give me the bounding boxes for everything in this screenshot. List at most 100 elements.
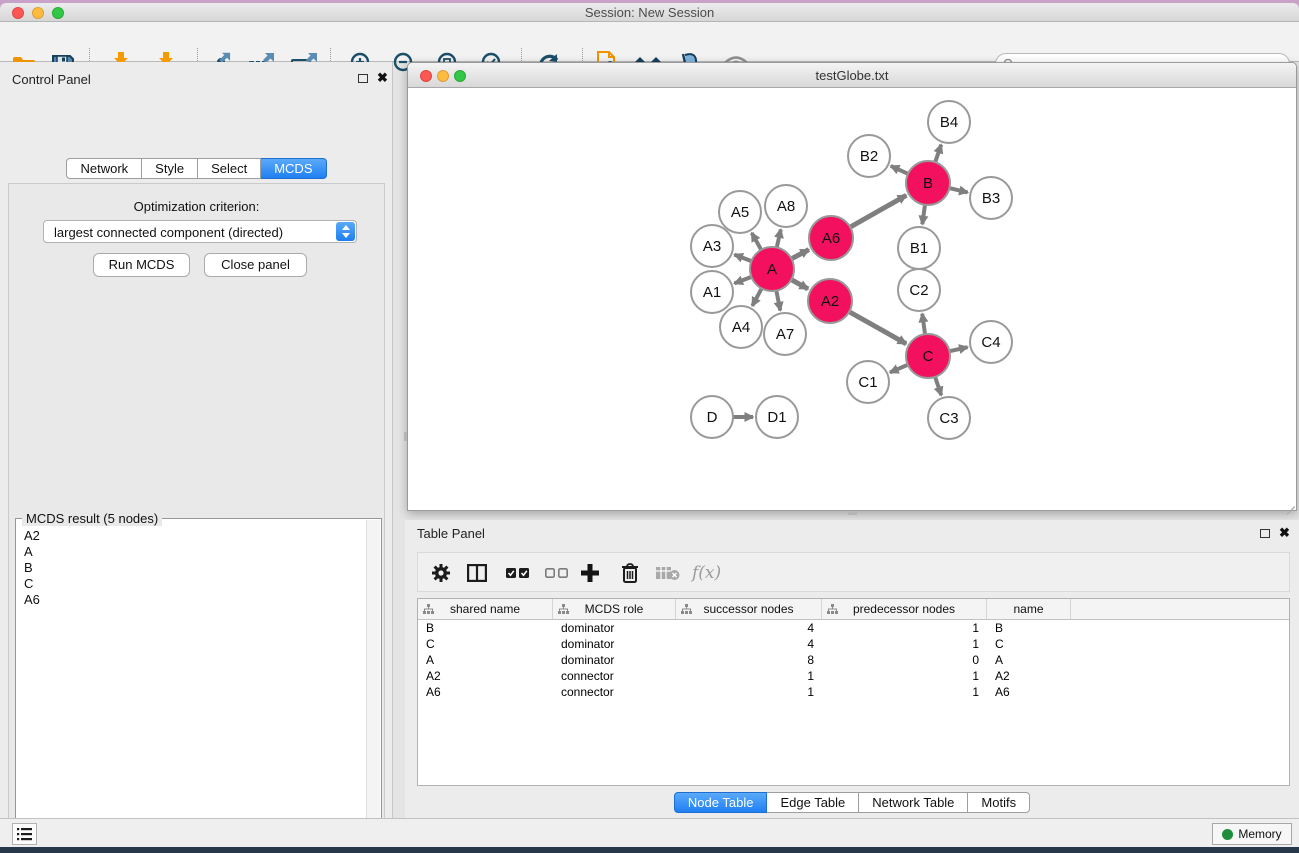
node-C3[interactable]: C3: [928, 397, 970, 439]
column-header-name[interactable]: name: [987, 599, 1071, 619]
mcds-result-item[interactable]: A: [24, 544, 365, 560]
svg-text:A1: A1: [703, 284, 721, 301]
cell-name[interactable]: A: [987, 652, 1071, 668]
column-type-icon: [827, 604, 838, 615]
node-A1[interactable]: A1: [691, 271, 733, 313]
network-window-title: testGlobe.txt: [408, 68, 1296, 83]
tab-mcds[interactable]: MCDS: [261, 158, 326, 179]
float-panel-icon[interactable]: [358, 74, 368, 83]
table-row[interactable]: A6connector11A6: [418, 684, 1289, 700]
cell-mcds_role[interactable]: connector: [553, 684, 676, 700]
frame-resize-handle-bottom[interactable]: [848, 512, 857, 515]
cell-mcds_role[interactable]: connector: [553, 668, 676, 684]
node-C[interactable]: C: [906, 334, 950, 378]
table-row[interactable]: Bdominator41B: [418, 620, 1289, 636]
node-D1[interactable]: D1: [756, 396, 798, 438]
cell-mcds_role[interactable]: dominator: [553, 620, 676, 636]
mcds-result-item[interactable]: A2: [24, 528, 365, 544]
node-C1[interactable]: C1: [847, 361, 889, 403]
node-B1[interactable]: B1: [898, 227, 940, 269]
close-panel-button[interactable]: Close panel: [204, 253, 307, 277]
select-all-icon[interactable]: [506, 559, 530, 587]
cell-predecessor_nodes[interactable]: 0: [822, 652, 987, 668]
node-B3[interactable]: B3: [970, 177, 1012, 219]
tab-node-table[interactable]: Node Table: [674, 792, 768, 813]
float-table-panel-icon[interactable]: [1260, 529, 1270, 538]
close-table-panel-icon[interactable]: ✖: [1279, 528, 1290, 538]
node-A7[interactable]: A7: [764, 313, 806, 355]
frame-resize-handle-left[interactable]: [404, 432, 407, 441]
delete-table-icon[interactable]: [656, 559, 680, 587]
table-row[interactable]: Cdominator41C: [418, 636, 1289, 652]
cell-successor_nodes[interactable]: 4: [676, 620, 822, 636]
cell-shared_name[interactable]: A6: [418, 684, 553, 700]
cell-name[interactable]: A6: [987, 684, 1071, 700]
table-row[interactable]: Adominator80A: [418, 652, 1289, 668]
table-row[interactable]: A2connector11A2: [418, 668, 1289, 684]
column-header-MCDS-role[interactable]: MCDS role: [553, 599, 676, 619]
node-C4[interactable]: C4: [970, 321, 1012, 363]
cell-successor_nodes[interactable]: 4: [676, 636, 822, 652]
gear-icon[interactable]: [430, 559, 452, 587]
node-A8[interactable]: A8: [765, 185, 807, 227]
column-type-icon: [558, 604, 569, 615]
node-A2[interactable]: A2: [808, 279, 852, 323]
tab-select[interactable]: Select: [198, 158, 261, 179]
resize-grip-icon[interactable]: [1283, 497, 1295, 509]
tab-network[interactable]: Network: [66, 158, 142, 179]
table-header-row[interactable]: shared nameMCDS rolesuccessor nodesprede…: [418, 599, 1289, 620]
node-A4[interactable]: A4: [720, 306, 762, 348]
cell-mcds_role[interactable]: dominator: [553, 652, 676, 668]
cell-mcds_role[interactable]: dominator: [553, 636, 676, 652]
network-graph-canvas[interactable]: B4 B2 B B3 A8 A5 A6 A3 B1 A A1 C2 A2 A4A7 C4 C C1 C3 D D1: [408, 88, 1296, 510]
task-history-button[interactable]: [12, 823, 37, 845]
tab-edge-table[interactable]: Edge Table: [767, 792, 859, 813]
node-D[interactable]: D: [691, 396, 733, 438]
column-header-successor-nodes[interactable]: successor nodes: [676, 599, 822, 619]
cell-predecessor_nodes[interactable]: 1: [822, 636, 987, 652]
deselect-all-icon[interactable]: [545, 559, 569, 587]
node-A5[interactable]: A5: [719, 191, 761, 233]
mcds-result-item[interactable]: A6: [24, 592, 365, 608]
cell-name[interactable]: C: [987, 636, 1071, 652]
mcds-result-item[interactable]: C: [24, 576, 365, 592]
delete-column-icon[interactable]: [621, 559, 639, 587]
memory-button[interactable]: Memory: [1212, 823, 1292, 845]
node-B4[interactable]: B4: [928, 101, 970, 143]
cell-successor_nodes[interactable]: 1: [676, 684, 822, 700]
node-table[interactable]: shared nameMCDS rolesuccessor nodesprede…: [417, 598, 1290, 786]
column-header-shared-name[interactable]: shared name: [418, 599, 553, 619]
cell-successor_nodes[interactable]: 1: [676, 668, 822, 684]
cell-shared_name[interactable]: A2: [418, 668, 553, 684]
cell-name[interactable]: B: [987, 620, 1071, 636]
tab-motifs[interactable]: Motifs: [968, 792, 1030, 813]
cell-predecessor_nodes[interactable]: 1: [822, 668, 987, 684]
column-type-icon: [423, 604, 434, 615]
svg-text:A8: A8: [777, 198, 795, 215]
node-A6[interactable]: A6: [809, 216, 853, 260]
cell-shared_name[interactable]: C: [418, 636, 553, 652]
cell-name[interactable]: A2: [987, 668, 1071, 684]
column-header-predecessor-nodes[interactable]: predecessor nodes: [822, 599, 987, 619]
cell-shared_name[interactable]: B: [418, 620, 553, 636]
network-window-titlebar[interactable]: testGlobe.txt: [408, 63, 1296, 88]
cell-predecessor_nodes[interactable]: 1: [822, 620, 987, 636]
node-A[interactable]: A: [750, 247, 794, 291]
run-mcds-button[interactable]: Run MCDS: [93, 253, 190, 277]
cell-predecessor_nodes[interactable]: 1: [822, 684, 987, 700]
node-B[interactable]: B: [906, 161, 950, 205]
add-column-icon[interactable]: [580, 559, 600, 587]
close-panel-icon[interactable]: ✖: [377, 73, 388, 83]
tab-style[interactable]: Style: [142, 158, 198, 179]
mcds-result-scrollbar[interactable]: [366, 520, 380, 853]
node-A3[interactable]: A3: [691, 225, 733, 267]
cell-shared_name[interactable]: A: [418, 652, 553, 668]
split-pane-icon[interactable]: [467, 559, 487, 587]
tab-network-table[interactable]: Network Table: [859, 792, 968, 813]
node-B2[interactable]: B2: [848, 135, 890, 177]
node-C2[interactable]: C2: [898, 269, 940, 311]
cell-successor_nodes[interactable]: 8: [676, 652, 822, 668]
table-panel-title: Table Panel: [417, 526, 485, 541]
mcds-result-item[interactable]: B: [24, 560, 365, 576]
criterion-dropdown[interactable]: largest connected component (directed): [43, 220, 357, 243]
